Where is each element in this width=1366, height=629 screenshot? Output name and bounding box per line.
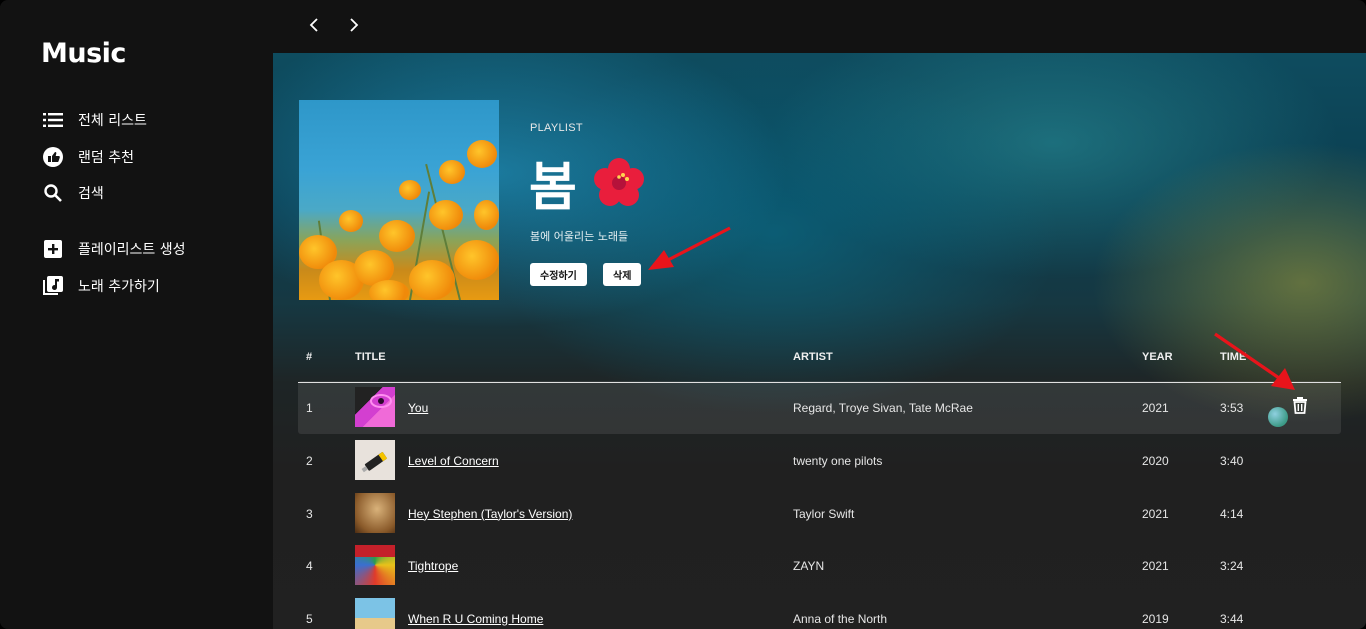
table-row[interactable]: 1 You Regard, Troye Sivan, Tate McRae 20… <box>298 381 1341 434</box>
track-number: 3 <box>306 506 313 521</box>
sidebar-item-all-list[interactable]: 전체 리스트 <box>42 108 147 132</box>
mouse-cursor <box>1268 407 1288 427</box>
track-number: 5 <box>306 611 313 626</box>
sidebar-item-label: 검색 <box>78 186 104 202</box>
search-icon <box>42 182 64 204</box>
table-header: # TITLE ARTIST YEAR TIME <box>298 343 1341 383</box>
column-header-title[interactable]: TITLE <box>355 351 386 363</box>
track-year: 2021 <box>1142 400 1169 415</box>
sidebar-item-search[interactable]: 검색 <box>42 181 104 205</box>
chevron-left-icon <box>309 18 318 32</box>
thumb-up-icon <box>42 146 64 168</box>
track-artist: ZAYN <box>793 558 825 573</box>
track-number: 1 <box>306 400 313 415</box>
list-icon <box>42 109 64 131</box>
track-year: 2021 <box>1142 506 1169 521</box>
column-header-time[interactable]: TIME <box>1220 351 1246 363</box>
album-art <box>355 598 395 629</box>
delete-button[interactable]: 삭제 <box>603 263 642 286</box>
playlist-title-text: 봄 <box>529 158 577 218</box>
back-button[interactable] <box>303 14 325 36</box>
sidebar-item-random[interactable]: 랜덤 추천 <box>42 145 134 169</box>
track-duration: 3:44 <box>1220 611 1244 626</box>
playlist-title: 봄 <box>529 145 645 220</box>
playlist-cover-image <box>299 100 499 300</box>
table-row[interactable]: 3 Hey Stephen (Taylor's Version) Taylor … <box>298 487 1341 540</box>
hibiscus-icon <box>593 157 645 209</box>
sidebar-item-label: 전체 리스트 <box>78 113 147 129</box>
track-duration: 3:24 <box>1220 558 1244 573</box>
track-year: 2020 <box>1142 453 1169 468</box>
add-box-icon <box>42 238 64 260</box>
track-artist: Taylor Swift <box>793 506 855 521</box>
edit-button[interactable]: 수정하기 <box>530 263 587 286</box>
track-title-link[interactable]: You <box>408 401 428 415</box>
track-duration: 3:53 <box>1220 400 1244 415</box>
sidebar-item-label: 플레이리스트 생성 <box>78 242 186 258</box>
top-bar <box>273 0 1366 53</box>
track-duration: 4:14 <box>1220 506 1244 521</box>
album-art <box>355 440 395 480</box>
table-row[interactable]: 5 When R U Coming Home Anna of the North… <box>298 592 1341 629</box>
playlist-description: 봄에 어울리는 노래들 <box>530 230 629 243</box>
track-title-link[interactable]: When R U Coming Home <box>408 612 543 626</box>
track-artist: Regard, Troye Sivan, Tate McRae <box>793 400 973 415</box>
album-art <box>355 493 395 533</box>
column-header-artist[interactable]: ARTIST <box>793 351 833 363</box>
playlist-type-label: PLAYLIST <box>530 122 583 134</box>
track-title-link[interactable]: Hey Stephen (Taylor's Version) <box>408 507 572 521</box>
main-content: PLAYLIST 봄 봄에 어울리는 노래들 수정하기 삭제 # TITLE A… <box>273 53 1366 629</box>
table-row[interactable]: 2 Level of Concern twenty one pilots 202… <box>298 434 1341 487</box>
track-artist: twenty one pilots <box>793 453 883 468</box>
sidebar-item-create-playlist[interactable]: 플레이리스트 생성 <box>42 237 186 261</box>
track-duration: 3:40 <box>1220 453 1244 468</box>
column-header-year[interactable]: YEAR <box>1142 351 1173 363</box>
forward-button[interactable] <box>343 14 365 36</box>
track-artist: Anna of the North <box>793 611 888 626</box>
track-title-link[interactable]: Level of Concern <box>408 454 499 468</box>
track-number: 2 <box>306 453 313 468</box>
sidebar: Music 전체 리스트 랜덤 추천 검색 플레이리스트 생성 노래 추가하기 <box>0 0 273 629</box>
album-art <box>355 545 395 585</box>
chevron-right-icon <box>350 18 359 32</box>
column-header-num: # <box>306 351 313 363</box>
table-row[interactable]: 4 Tightrope ZAYN 2021 3:24 <box>298 539 1341 592</box>
track-year: 2019 <box>1142 611 1169 626</box>
track-year: 2021 <box>1142 558 1169 573</box>
app-window: Music 전체 리스트 랜덤 추천 검색 플레이리스트 생성 노래 추가하기 … <box>0 0 1366 629</box>
sidebar-item-label: 랜덤 추천 <box>78 150 134 166</box>
track-title-link[interactable]: Tightrope <box>408 559 458 573</box>
app-logo: Music <box>41 38 126 69</box>
library-music-icon <box>42 275 64 297</box>
album-art <box>355 387 395 427</box>
sidebar-item-add-song[interactable]: 노래 추가하기 <box>42 274 160 298</box>
trash-icon[interactable] <box>1292 396 1310 414</box>
track-number: 4 <box>306 558 313 573</box>
sidebar-item-label: 노래 추가하기 <box>78 279 160 295</box>
